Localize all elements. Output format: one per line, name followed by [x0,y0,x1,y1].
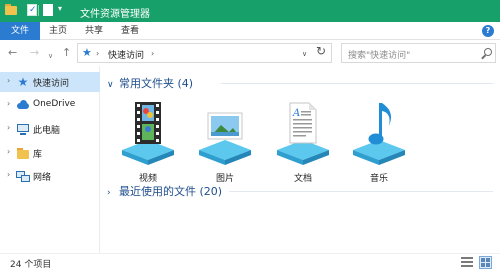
address-dropdown-icon[interactable]: ∨ [302,50,307,58]
sidebar-item-onedrive[interactable]: › OneDrive [0,95,100,115]
large-icons-view-icon[interactable] [479,256,492,269]
sidebar-item-network[interactable]: › 网络 [0,166,100,186]
folder-tile-videos[interactable]: 视频 [118,98,178,184]
svg-text:A: A [292,108,300,119]
up-arrow-icon[interactable]: ↑ [62,46,71,60]
details-view-icon[interactable] [461,257,473,268]
tab-file[interactable]: 文件 [0,22,40,40]
cloud-icon [16,98,30,112]
expand-chevron-icon[interactable]: › [7,123,10,132]
folder-label: 音乐 [369,174,388,184]
breadcrumb-chevron-icon[interactable]: › [96,49,99,58]
sidebar-item-quick-access[interactable]: › ★ 快速访问 [0,72,100,92]
help-icon[interactable]: ? [482,25,494,37]
network-icon [16,169,30,183]
new-folder-icon[interactable] [41,3,55,17]
customize-toolbar-icon[interactable]: ▾ [58,4,62,13]
picture-icon [207,112,243,140]
sidebar-item-label: 快速访问 [33,79,70,89]
address-bar[interactable]: ★ › 快速访问 › ∨ [77,43,332,63]
expand-chevron-icon[interactable]: › [107,188,115,198]
expand-chevron-icon[interactable]: › [7,99,10,108]
star-icon: ★ [82,46,92,59]
expand-chevron-icon[interactable]: › [7,170,10,179]
sidebar-item-libraries[interactable]: › 库 [0,143,100,163]
group-divider [229,191,493,192]
expand-chevron-icon[interactable]: › [7,147,10,156]
document-icon: A [289,102,317,144]
group-header-frequent-folders[interactable]: ∨ 常用文件夹 (4) [107,75,194,90]
breadcrumb-chevron-icon[interactable]: › [151,49,154,58]
tab-home[interactable]: 主页 [40,22,76,40]
forward-arrow-icon[interactable]: → [30,46,39,60]
sidebar-item-label: OneDrive [33,99,76,109]
status-bar: 24 个项目 [0,253,500,270]
sidebar-item-label: 此电脑 [33,126,61,136]
folder-tile-documents[interactable]: A 文档 [273,98,333,184]
library-folder-icon [16,146,30,160]
computer-icon [16,122,30,136]
navigation-pane: › ★ 快速访问 › OneDrive › 此电脑 › 库 › 网络 [0,66,100,253]
ribbon-tabs: 文件 主页 共享 查看 ? [0,22,500,40]
group-title: 常用文件夹 (4) [119,77,194,90]
expand-chevron-icon[interactable]: › [7,76,10,85]
title-bar: ✓ ▾ 文件资源管理器 [0,0,500,22]
item-count: 24 个项目 [10,260,52,270]
music-note-icon [368,103,392,145]
folder-tile-pictures[interactable]: 图片 [195,98,255,184]
breadcrumb-quick-access[interactable]: 快速访问 [108,48,144,61]
search-icon[interactable] [479,47,493,61]
collapse-chevron-icon[interactable]: ∨ [107,80,115,90]
window-title: 文件资源管理器 [80,9,150,20]
recent-locations-dropdown-icon[interactable]: ∨ [48,49,53,63]
sidebar-item-label: 网络 [33,173,52,183]
folder-platform [199,140,251,165]
group-title: 最近使用的文件 (20) [119,185,223,198]
tab-share[interactable]: 共享 [76,22,112,40]
properties-icon[interactable]: ✓ [25,3,39,17]
video-film-icon [135,102,161,144]
search-input[interactable]: 搜索"快速访问" [341,43,496,63]
folder-icon[interactable] [4,3,18,17]
group-divider [221,83,493,84]
tab-view[interactable]: 查看 [112,22,148,40]
search-placeholder: 搜索"快速访问" [348,51,411,61]
folder-label: 文档 [293,174,312,184]
group-header-recent-files[interactable]: › 最近使用的文件 (20) [107,183,223,198]
sidebar-item-this-pc[interactable]: › 此电脑 [0,119,100,139]
file-view: ∨ 常用文件夹 (4) 视频 图片 A 文档 音乐 › 最近使用的文件 (20) [101,66,500,253]
back-arrow-icon[interactable]: ← [8,46,17,60]
quick-access-separator [38,5,39,16]
sidebar-item-label: 库 [33,150,43,160]
star-icon: ★ [17,75,29,89]
refresh-icon[interactable]: ↻ [316,44,326,58]
folder-tile-music[interactable]: 音乐 [349,98,409,184]
